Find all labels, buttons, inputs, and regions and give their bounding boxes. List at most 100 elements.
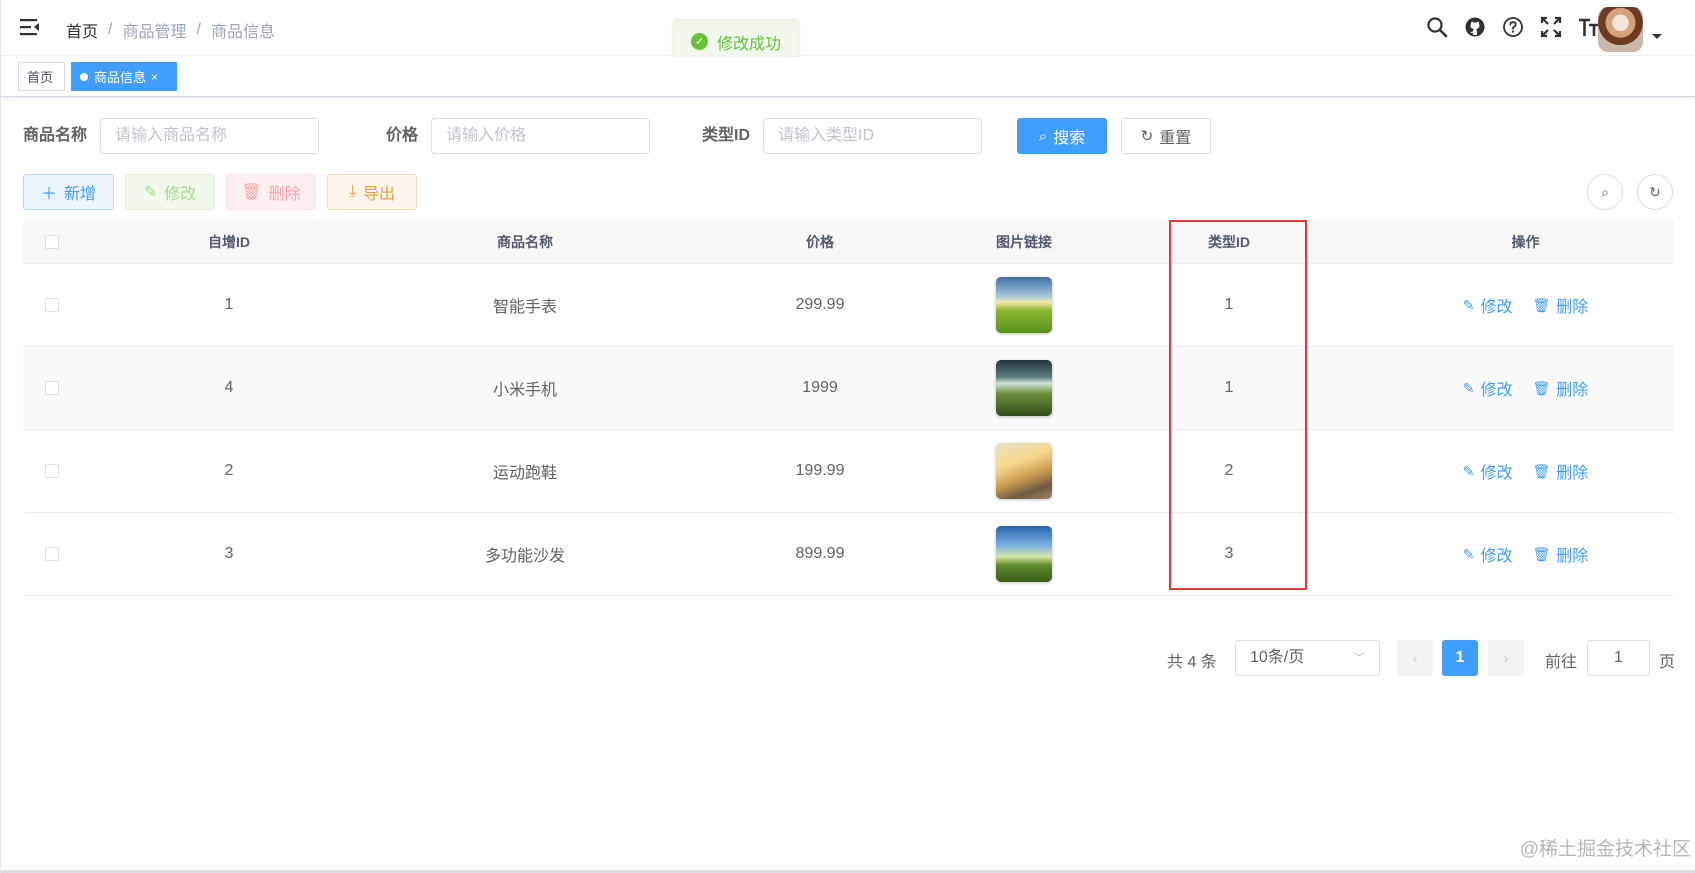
chevron-right-icon: › [1503, 650, 1509, 666]
search-button[interactable]: ⌕ 搜索 [1017, 118, 1107, 154]
page: 首页 / 商品管理 / 商品信息 ✓ 修改成功 首页 商品信息 × 商品名称 请… [0, 0, 1695, 873]
trash-icon: 🗑 [1532, 462, 1551, 479]
check-circle-icon: ✓ [691, 33, 708, 50]
table-row: 3 多功能沙发 899.99 3 ✎ 修改 🗑 删除 [23, 513, 1674, 596]
row-checkbox[interactable] [45, 547, 59, 561]
github-icon[interactable] [1464, 16, 1486, 38]
page-size-select[interactable]: 10条/页 ﹀ [1235, 640, 1380, 676]
refresh-icon: ↻ [1649, 183, 1661, 200]
breadcrumb-separator: / [196, 21, 201, 38]
cell-name: 运动跑鞋 [492, 465, 557, 482]
product-image[interactable] [996, 277, 1052, 333]
row-select [23, 547, 81, 561]
next-page-button[interactable]: › [1488, 640, 1524, 676]
edit-icon: ✎ [1462, 545, 1475, 562]
row-delete-button[interactable]: 🗑 删除 [1532, 542, 1588, 566]
tag-product-info[interactable]: 商品信息 × [71, 62, 177, 91]
header-image: 图片链接 [996, 233, 1052, 250]
cell-image [967, 526, 1081, 582]
search-icon: ⌕ [1038, 127, 1048, 145]
cell-actions: ✎ 修改 🗑 删除 [1377, 542, 1674, 566]
row-edit-label: 修改 [1480, 299, 1513, 316]
tag-label: 商品信息 [94, 70, 147, 85]
type-id-input[interactable]: 请输入类型ID [763, 118, 982, 154]
header-price: 价格 [806, 233, 834, 250]
edit-button[interactable]: ✎ 修改 [125, 174, 215, 210]
search-icon: ⌕ [1601, 183, 1609, 200]
prev-page-button[interactable]: ‹ [1397, 640, 1433, 676]
breadcrumb-home[interactable]: 首页 [66, 18, 98, 42]
trash-icon: 🗑 [241, 184, 262, 201]
row-delete-label: 删除 [1556, 382, 1589, 399]
question-icon[interactable] [1502, 16, 1524, 38]
cell-price: 199.99 [795, 462, 845, 479]
close-icon[interactable]: × [151, 70, 158, 84]
avatar[interactable] [1598, 7, 1643, 52]
row-delete-label: 删除 [1556, 299, 1589, 316]
product-image[interactable] [996, 526, 1052, 582]
cell-actions: ✎ 修改 🗑 删除 [1377, 459, 1674, 483]
product-image[interactable] [996, 443, 1052, 499]
row-select [23, 464, 81, 478]
reset-button-label: 重置 [1159, 130, 1192, 147]
cell-id: 2 [224, 462, 234, 479]
row-checkbox[interactable] [45, 298, 59, 312]
row-edit-button[interactable]: ✎ 修改 [1463, 542, 1513, 566]
goto-page-input[interactable]: 1 [1587, 640, 1650, 676]
font-size-icon[interactable] [1578, 16, 1600, 38]
row-delete-label: 删除 [1556, 548, 1589, 565]
active-dot-icon [80, 72, 88, 81]
row-delete-button[interactable]: 🗑 删除 [1532, 293, 1588, 317]
chevron-left-icon: ‹ [1412, 650, 1418, 666]
product-name-input[interactable]: 请输入商品名称 [100, 118, 319, 154]
toast-message: 修改成功 [717, 35, 782, 53]
cell-price: 899.99 [795, 545, 845, 562]
chevron-down-icon: ﹀ [1352, 651, 1365, 665]
row-select [23, 381, 81, 395]
edit-icon: ✎ [1462, 379, 1475, 396]
pagination-total: 共 4 条 [1167, 654, 1217, 671]
export-button[interactable]: ⤓ 导出 [327, 174, 417, 210]
trash-icon: 🗑 [1532, 545, 1551, 562]
breadcrumb-separator: / [108, 21, 113, 38]
hamburger-icon[interactable] [19, 16, 41, 38]
delete-button[interactable]: 🗑 删除 [226, 174, 316, 210]
row-edit-button[interactable]: ✎ 修改 [1463, 293, 1513, 317]
refresh-button[interactable]: ↻ [1637, 174, 1673, 210]
type-id-label: 类型ID [702, 127, 751, 144]
trash-icon: 🗑 [1532, 379, 1551, 396]
cell-id: 4 [224, 379, 234, 396]
product-name-label: 商品名称 [23, 127, 88, 144]
tags-view: 首页 商品信息 × [1, 57, 1695, 97]
row-delete-button[interactable]: 🗑 删除 [1532, 459, 1588, 483]
page-size-value: 10条/页 [1250, 649, 1305, 666]
breadcrumb-product-management: 商品管理 [122, 24, 187, 41]
select-all-checkbox[interactable] [45, 234, 59, 249]
product-table: 自增ID 商品名称 价格 图片链接 类型ID 操作 1 智能手表 299.99 … [23, 220, 1674, 596]
refresh-icon: ↻ [1140, 128, 1154, 145]
search-icon[interactable] [1426, 16, 1448, 38]
cell-id: 3 [224, 545, 234, 562]
price-input[interactable]: 请输入价格 [431, 118, 650, 154]
reset-button[interactable]: ↻ 重置 [1121, 118, 1211, 154]
row-edit-button[interactable]: ✎ 修改 [1463, 459, 1513, 483]
toggle-search-button[interactable]: ⌕ [1587, 174, 1623, 210]
row-checkbox[interactable] [45, 381, 59, 395]
product-image[interactable] [996, 360, 1052, 416]
row-checkbox[interactable] [45, 464, 59, 478]
table-row: 4 小米手机 1999 1 ✎ 修改 🗑 删除 [23, 347, 1674, 430]
delete-button-label: 删除 [268, 186, 301, 203]
row-edit-button[interactable]: ✎ 修改 [1463, 376, 1513, 400]
row-delete-label: 删除 [1556, 465, 1589, 482]
fullscreen-icon[interactable] [1540, 16, 1562, 38]
current-page-button[interactable]: 1 [1442, 640, 1478, 676]
table-row: 2 运动跑鞋 199.99 2 ✎ 修改 🗑 删除 [23, 430, 1674, 513]
add-button[interactable]: ＋ 新增 [23, 174, 114, 210]
table-row: 1 智能手表 299.99 1 ✎ 修改 🗑 删除 [23, 264, 1674, 347]
cell-type-id: 2 [1224, 462, 1234, 479]
tag-home[interactable]: 首页 [18, 62, 65, 91]
caret-down-icon[interactable] [1652, 34, 1662, 39]
row-edit-label: 修改 [1480, 465, 1513, 482]
search-button-label: 搜索 [1053, 130, 1086, 147]
row-delete-button[interactable]: 🗑 删除 [1532, 376, 1588, 400]
